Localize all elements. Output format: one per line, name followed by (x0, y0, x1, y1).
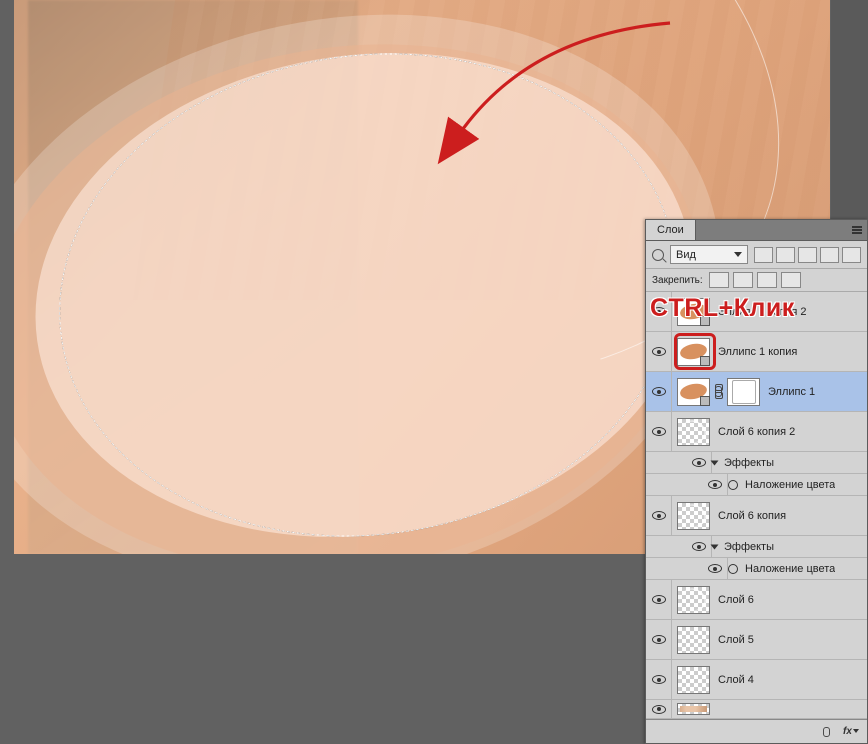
panel-menu-button[interactable] (847, 220, 867, 240)
panel-tab-bar: Слои (646, 220, 867, 241)
effect-item[interactable]: Наложение цвета (646, 558, 867, 580)
filter-icon-group (754, 247, 861, 263)
visibility-toggle[interactable] (646, 620, 672, 659)
filter-shape-button[interactable] (820, 247, 839, 263)
eye-icon (692, 458, 706, 467)
layer-thumbnail[interactable] (677, 502, 710, 530)
visibility-toggle[interactable] (646, 372, 672, 411)
layer-row[interactable]: Слой 6 копия (646, 496, 867, 536)
layer-name-label[interactable]: Слой 6 копия (715, 510, 786, 522)
search-icon (652, 249, 664, 261)
eye-icon (708, 564, 722, 573)
eye-icon (652, 595, 666, 604)
layer-thumbnail[interactable] (677, 418, 710, 446)
visibility-toggle[interactable] (646, 660, 672, 699)
visibility-toggle[interactable] (686, 536, 712, 557)
eye-icon (652, 427, 666, 436)
visibility-toggle[interactable] (646, 580, 672, 619)
eye-icon (652, 387, 666, 396)
expand-triangle-icon[interactable] (711, 544, 719, 549)
eye-icon (652, 635, 666, 644)
layer-filter-row: Вид (646, 241, 867, 269)
effects-group[interactable]: Эффекты (646, 536, 867, 558)
eye-icon (652, 705, 666, 714)
visibility-toggle[interactable] (702, 558, 728, 579)
layer-thumbnail[interactable] (677, 338, 710, 366)
hamburger-icon (852, 229, 862, 231)
layer-name-label[interactable]: Слой 4 (715, 674, 754, 686)
effects-label: Эффекты (721, 457, 774, 469)
shape-badge-icon (700, 356, 710, 366)
layer-name-label[interactable]: Слой 5 (715, 634, 754, 646)
chevron-down-icon (734, 252, 742, 257)
visibility-toggle[interactable] (646, 332, 672, 371)
filter-type-button[interactable] (798, 247, 817, 263)
effect-item[interactable]: Наложение цвета (646, 474, 867, 496)
layer-name-label[interactable]: Эллипс 1 (765, 386, 815, 398)
annotation-text: CTRL+Клик (650, 294, 795, 323)
layer-thumbnail[interactable] (677, 666, 710, 694)
visibility-toggle[interactable] (646, 496, 672, 535)
filter-pixel-button[interactable] (754, 247, 773, 263)
layer-row[interactable] (646, 700, 867, 719)
layer-row[interactable]: Слой 4 (646, 660, 867, 700)
eye-icon (692, 542, 706, 551)
layer-thumbnail[interactable] (677, 703, 710, 715)
layers-bottom-bar: fx (646, 719, 867, 743)
filter-type-label: Вид (676, 249, 696, 261)
effect-bullet-icon (728, 564, 738, 574)
layer-thumbnail[interactable] (677, 378, 710, 406)
color-overlay-label: Наложение цвета (742, 563, 835, 575)
layer-name-label[interactable]: Слой 6 копия 2 (715, 426, 795, 438)
layer-row[interactable]: Слой 5 (646, 620, 867, 660)
lock-position-button[interactable] (757, 272, 777, 288)
app-chrome-right (831, 0, 868, 219)
canvas-area (0, 0, 650, 732)
color-overlay-label: Наложение цвета (742, 479, 835, 491)
effects-label: Эффекты (721, 541, 774, 553)
visibility-toggle[interactable] (646, 700, 672, 718)
eye-icon (652, 675, 666, 684)
tab-layers[interactable]: Слои (646, 220, 696, 240)
layer-thumbnail[interactable] (677, 626, 710, 654)
layer-row[interactable]: Слой 6 (646, 580, 867, 620)
visibility-toggle[interactable] (646, 412, 672, 451)
layer-row-selected[interactable]: Эллипс 1 (646, 372, 867, 412)
link-icon[interactable] (715, 386, 722, 397)
lock-all-button[interactable] (781, 272, 801, 288)
shape-badge-icon (700, 396, 710, 406)
lock-row: Закрепить: (646, 269, 867, 292)
filter-type-select[interactable]: Вид (670, 245, 748, 264)
layer-thumbnail[interactable] (677, 586, 710, 614)
visibility-toggle[interactable] (702, 474, 728, 495)
effect-bullet-icon (728, 480, 738, 490)
lock-label: Закрепить: (652, 275, 703, 286)
layer-row[interactable]: Слой 6 копия 2 (646, 412, 867, 452)
layer-name-label[interactable]: Эллипс 1 копия (715, 346, 797, 358)
layer-mask-thumbnail[interactable] (727, 378, 760, 406)
layer-name-label[interactable]: Слой 6 (715, 594, 754, 606)
eye-icon (652, 347, 666, 356)
lock-transparency-button[interactable] (709, 272, 729, 288)
lock-pixels-button[interactable] (733, 272, 753, 288)
eye-icon (652, 511, 666, 520)
expand-triangle-icon[interactable] (711, 460, 719, 465)
layer-row[interactable]: Эллипс 1 копия (646, 332, 867, 372)
effects-group[interactable]: Эффекты (646, 452, 867, 474)
eye-icon (708, 480, 722, 489)
tab-spacer (696, 220, 847, 240)
filter-smart-button[interactable] (842, 247, 861, 263)
layer-list[interactable]: Эллипс 1 копия 2 Эллипс 1 копия Эллипс 1 (646, 292, 867, 719)
visibility-toggle[interactable] (686, 452, 712, 473)
filter-adjust-button[interactable] (776, 247, 795, 263)
